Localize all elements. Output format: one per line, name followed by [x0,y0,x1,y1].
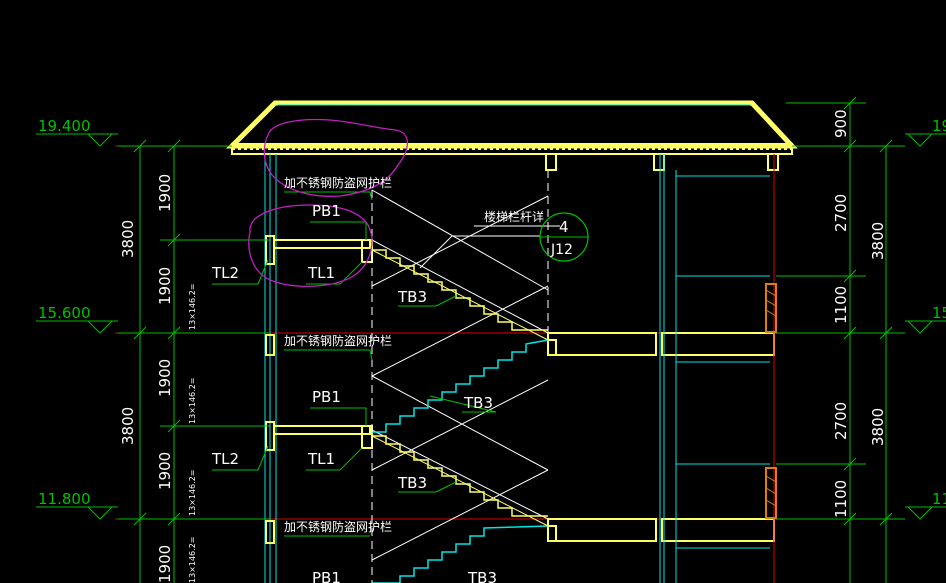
elevation-right-11: 11 [932,490,946,508]
label-tl2-a: TL2 [211,264,239,282]
dim-1100-lower: 1100 [832,480,850,518]
slab-beam-2 [547,525,557,542]
railing-note-1: 加不锈钢防盗网护栏 [284,175,392,190]
detail-number: 4 [559,218,569,236]
label-pb1-a: PB1 [312,202,341,220]
label-tl2-b: TL2 [211,450,239,468]
label-tb3-a: TB3 [397,288,427,306]
dim-1900-b: 1900 [156,267,174,305]
dim-2700-upper: 2700 [832,194,850,232]
label-tl1-a: TL1 [307,264,335,282]
elevation-11800: 11.800 [38,490,91,508]
steps-note-a: 13×146.2= [188,284,197,331]
dim-1900-e: 1900 [156,545,174,583]
dim-1900-a: 1900 [156,174,174,212]
dim-right-3800-lower: 3800 [869,408,887,446]
label-tl1-b: TL1 [307,450,335,468]
dim-3800-lower: 3800 [119,407,137,445]
dim-3800-upper: 3800 [119,220,137,258]
label-tb3-c: TB3 [397,474,427,492]
dim-900: 900 [832,109,850,138]
steps-note-d: 13×146.2= [188,537,197,583]
detail-sheet: J12 [550,242,573,258]
cad-drawing: 19.400 15.600 11.800 19 15 11 3800 3800 … [0,0,946,583]
label-tb3-b: TB3 [463,394,493,412]
slab-beam-1 [547,339,557,356]
steps-note-b: 13×146.2= [188,378,197,425]
elevation-right-15: 15 [932,304,946,322]
label-pb1-b: PB1 [312,388,341,406]
dim-1100-upper: 1100 [832,286,850,324]
elevation-19400: 19.400 [38,117,91,135]
label-pb1-c: PB1 [312,569,341,583]
elevation-right-19: 19 [932,117,946,135]
dim-2700-lower: 2700 [832,402,850,440]
dim-right-3800-upper: 3800 [869,222,887,260]
dim-1900-c: 1900 [156,359,174,397]
dim-1900-d: 1900 [156,452,174,490]
steps-note-c: 13×146.2= [188,470,197,517]
railing-detail-note: 楼梯栏杆详 [484,209,544,224]
background [0,0,946,583]
railing-note-2: 加不锈钢防盗网护栏 [284,333,392,348]
railing-note-3: 加不锈钢防盗网护栏 [284,519,392,534]
elevation-15600: 15.600 [38,304,91,322]
label-tb3-d: TB3 [467,569,497,583]
